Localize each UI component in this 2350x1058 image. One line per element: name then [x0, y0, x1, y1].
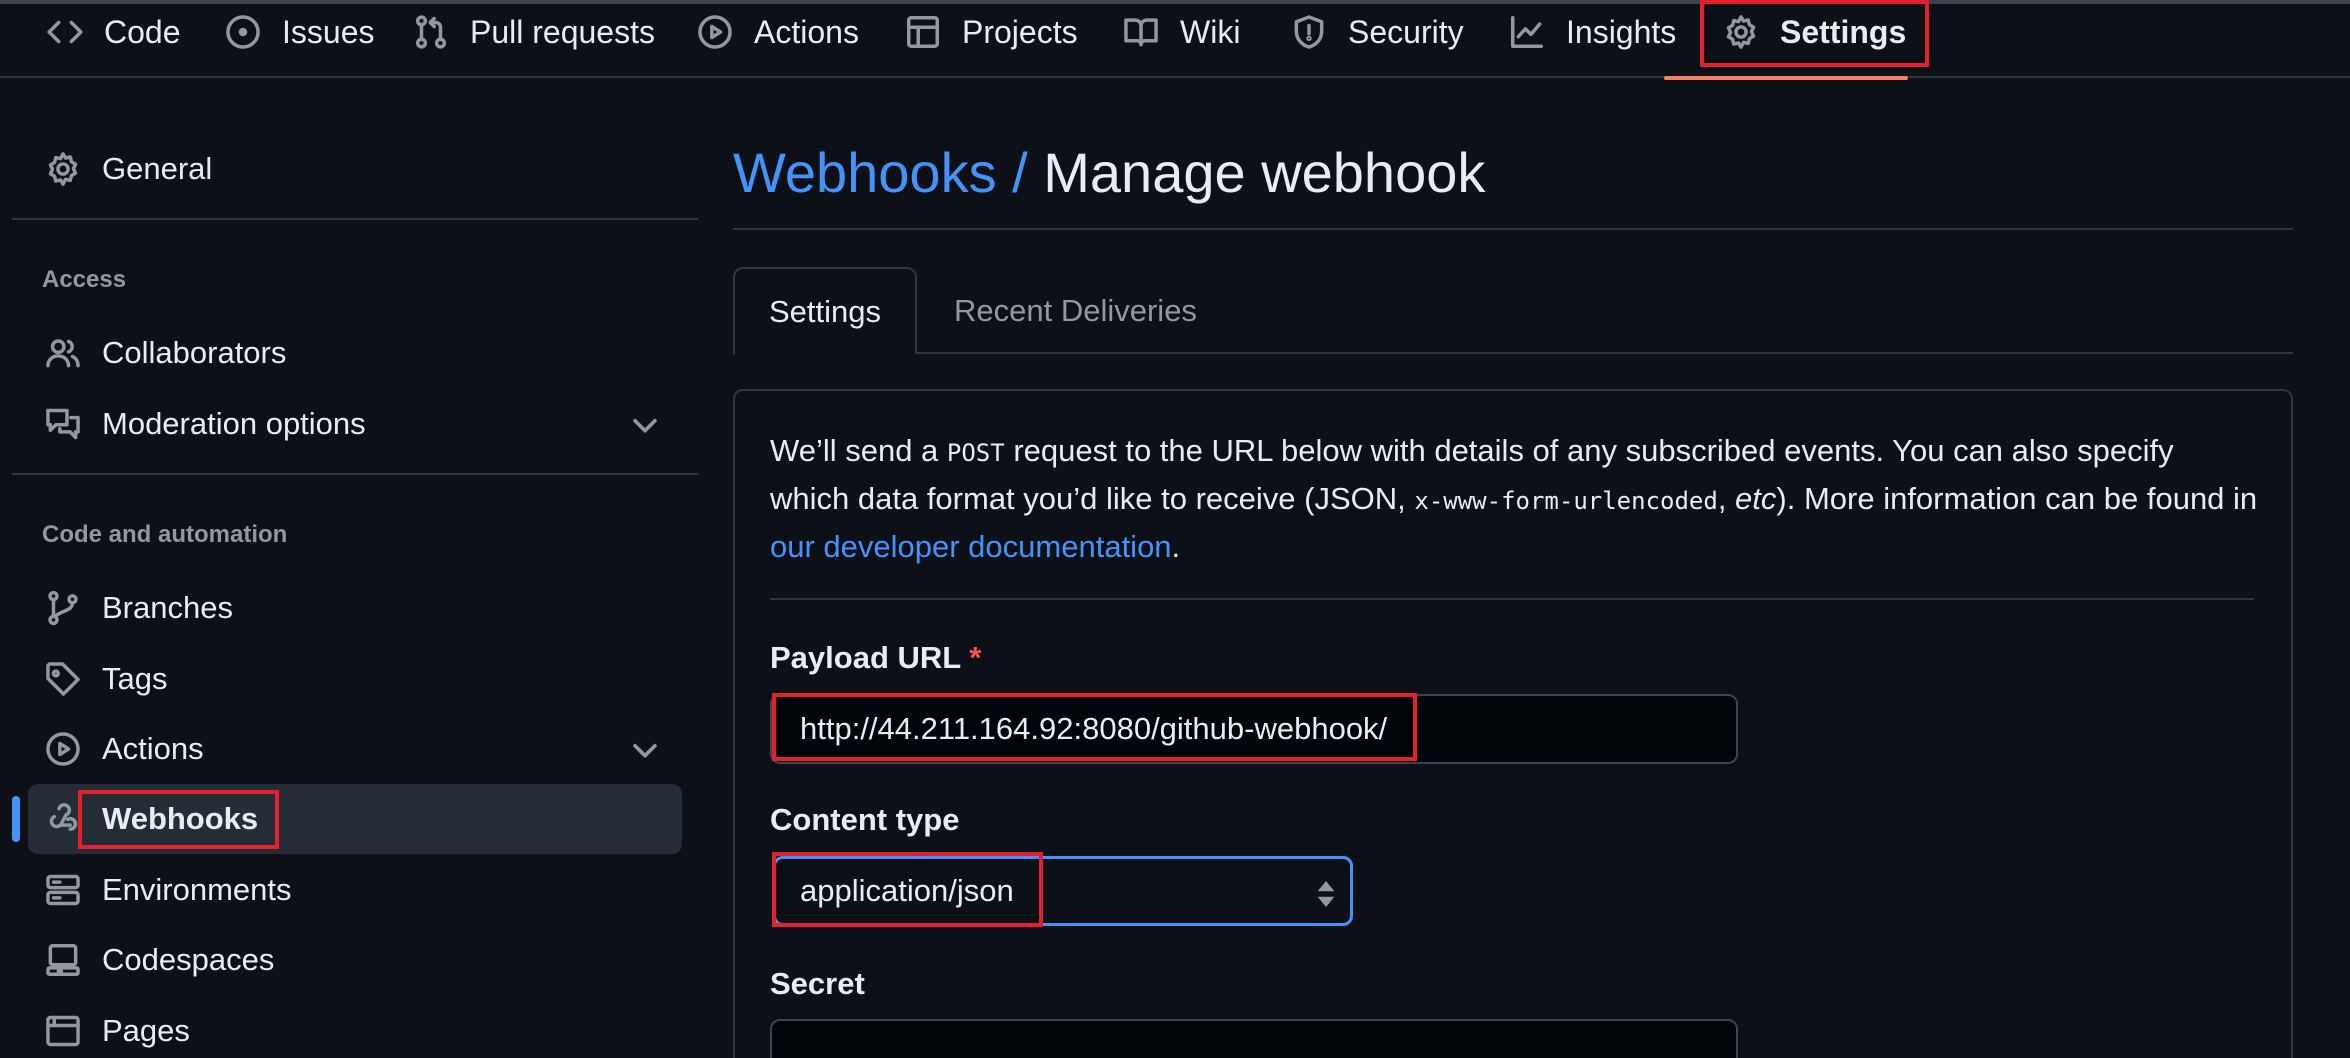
tag-icon: [46, 662, 80, 696]
chevron-down-icon[interactable]: [628, 408, 662, 442]
developer-docs-link[interactable]: our developer documentation: [770, 529, 1172, 564]
secret-input[interactable]: [770, 1019, 1738, 1058]
tab-projects-label: Projects: [962, 13, 1078, 50]
gear-icon: [1726, 15, 1756, 49]
tab-insights[interactable]: Insights: [1508, 4, 1676, 60]
sidebar-heading-code-automation: Code and automation: [42, 521, 288, 548]
sidebar-item-actions[interactable]: Actions: [44, 725, 204, 773]
sidebar-active-indicator: [12, 796, 20, 842]
sidebar-item-label: Environments: [102, 872, 292, 907]
sidebar-item-label: Collaborators: [102, 335, 287, 370]
sidebar-item-label: Moderation options: [102, 406, 366, 441]
selected-tab-underline: [1664, 76, 1908, 80]
desc-post: POST: [946, 439, 1005, 467]
webhook-icon: [49, 803, 78, 831]
browser-icon: [46, 1015, 80, 1047]
desc-urlencoded: x-www-form-urlencoded: [1414, 487, 1718, 515]
sidebar-item-label: Pages: [102, 1013, 190, 1048]
tab-pull-requests-label: Pull requests: [470, 13, 655, 50]
desc-etc: etc: [1735, 481, 1777, 516]
sidebar-item-label: Branches: [102, 590, 233, 625]
desc-text: ). More information can be found in: [1776, 481, 2258, 516]
webhook-description: We’ll send a POST request to the URL bel…: [770, 428, 2260, 570]
payload-url-label: Payload URL *: [770, 640, 981, 676]
sidebar-heading-access: Access: [42, 266, 127, 293]
payload-url-label-text: Payload URL: [770, 640, 961, 675]
tab-recent-deliveries[interactable]: Recent Deliveries: [954, 267, 1197, 354]
graph-icon: [1511, 16, 1543, 48]
server-icon: [46, 874, 80, 906]
secret-label: Secret: [770, 966, 865, 1001]
sidebar-item-label: Webhooks: [102, 801, 259, 836]
book-icon: [1124, 18, 1158, 47]
sidebar-divider: [12, 473, 698, 475]
required-marker: *: [969, 640, 982, 675]
tab-wiki[interactable]: Wiki: [1122, 4, 1240, 60]
payload-url-input[interactable]: [770, 694, 1738, 764]
desc-text: We’ll send a: [770, 433, 947, 468]
tab-settings-label: Settings: [1780, 13, 1907, 50]
sidebar-item-general[interactable]: General: [44, 145, 212, 193]
page-title: Manage webhook: [1043, 141, 1486, 204]
code-icon: [47, 20, 83, 44]
tab-projects[interactable]: Projects: [904, 4, 1078, 60]
tab-issues-label: Issues: [282, 13, 375, 50]
comment-discussion-icon: [46, 408, 80, 440]
desc-text: ,: [1717, 481, 1736, 516]
tab-security[interactable]: Security: [1290, 4, 1464, 60]
sidebar-item-pages[interactable]: Pages: [44, 1007, 190, 1055]
sidebar-divider: [12, 218, 698, 220]
tab-settings[interactable]: Settings: [1722, 4, 1906, 60]
play-icon: [698, 15, 732, 49]
sidebar-item-label: Codespaces: [102, 942, 275, 977]
people-icon: [46, 339, 80, 368]
codespaces-icon: [46, 944, 80, 976]
content-type-value: application/json: [800, 873, 1014, 908]
content-type-label: Content type: [770, 802, 960, 837]
tab-code-label: Code: [104, 13, 181, 50]
sidebar-item-collaborators[interactable]: Collaborators: [44, 329, 286, 377]
sidebar-item-webhooks[interactable]: Webhooks: [44, 795, 258, 843]
sidebar-item-environments[interactable]: Environments: [44, 866, 292, 914]
shield-icon: [1294, 15, 1324, 49]
content-type-select[interactable]: application/json: [773, 856, 1353, 926]
tab-webhook-settings[interactable]: Settings: [733, 267, 917, 354]
tab-actions-label: Actions: [754, 13, 859, 50]
git-pull-request-icon: [415, 15, 447, 49]
tab-actions[interactable]: Actions: [696, 4, 859, 60]
play-icon: [46, 732, 80, 766]
sidebar-item-label: General: [102, 151, 213, 186]
tab-issues[interactable]: Issues: [224, 4, 374, 60]
sidebar-item-label: Actions: [102, 731, 204, 766]
issue-opened-icon: [226, 15, 260, 49]
desc-text: .: [1171, 529, 1181, 564]
tab-wiki-label: Wiki: [1180, 13, 1241, 50]
breadcrumb-webhooks-link[interactable]: Webhooks: [733, 141, 997, 204]
breadcrumb: Webhooks / Manage webhook: [733, 140, 1485, 205]
tab-security-label: Security: [1348, 13, 1464, 50]
sidebar-item-codespaces[interactable]: Codespaces: [44, 936, 274, 984]
form-divider: [770, 598, 2254, 600]
tab-insights-label: Insights: [1566, 13, 1677, 50]
sidebar-item-label: Tags: [102, 661, 168, 696]
sidebar-item-moderation[interactable]: Moderation options: [44, 400, 366, 448]
tab-code[interactable]: Code: [46, 4, 181, 60]
sidebar-item-tags[interactable]: Tags: [44, 655, 167, 703]
tab-pull-requests[interactable]: Pull requests: [412, 4, 655, 60]
repo-nav: Code Issues Pull requests Actions Projec…: [0, 4, 2350, 80]
select-arrows-icon: [1317, 881, 1335, 907]
git-branch-icon: [48, 590, 78, 626]
sidebar-item-branches[interactable]: Branches: [44, 584, 233, 632]
breadcrumb-separator: /: [996, 141, 1044, 204]
chevron-down-icon[interactable]: [628, 733, 662, 767]
title-divider: [733, 228, 2293, 230]
table-icon: [907, 16, 939, 48]
gear-icon: [48, 152, 78, 186]
